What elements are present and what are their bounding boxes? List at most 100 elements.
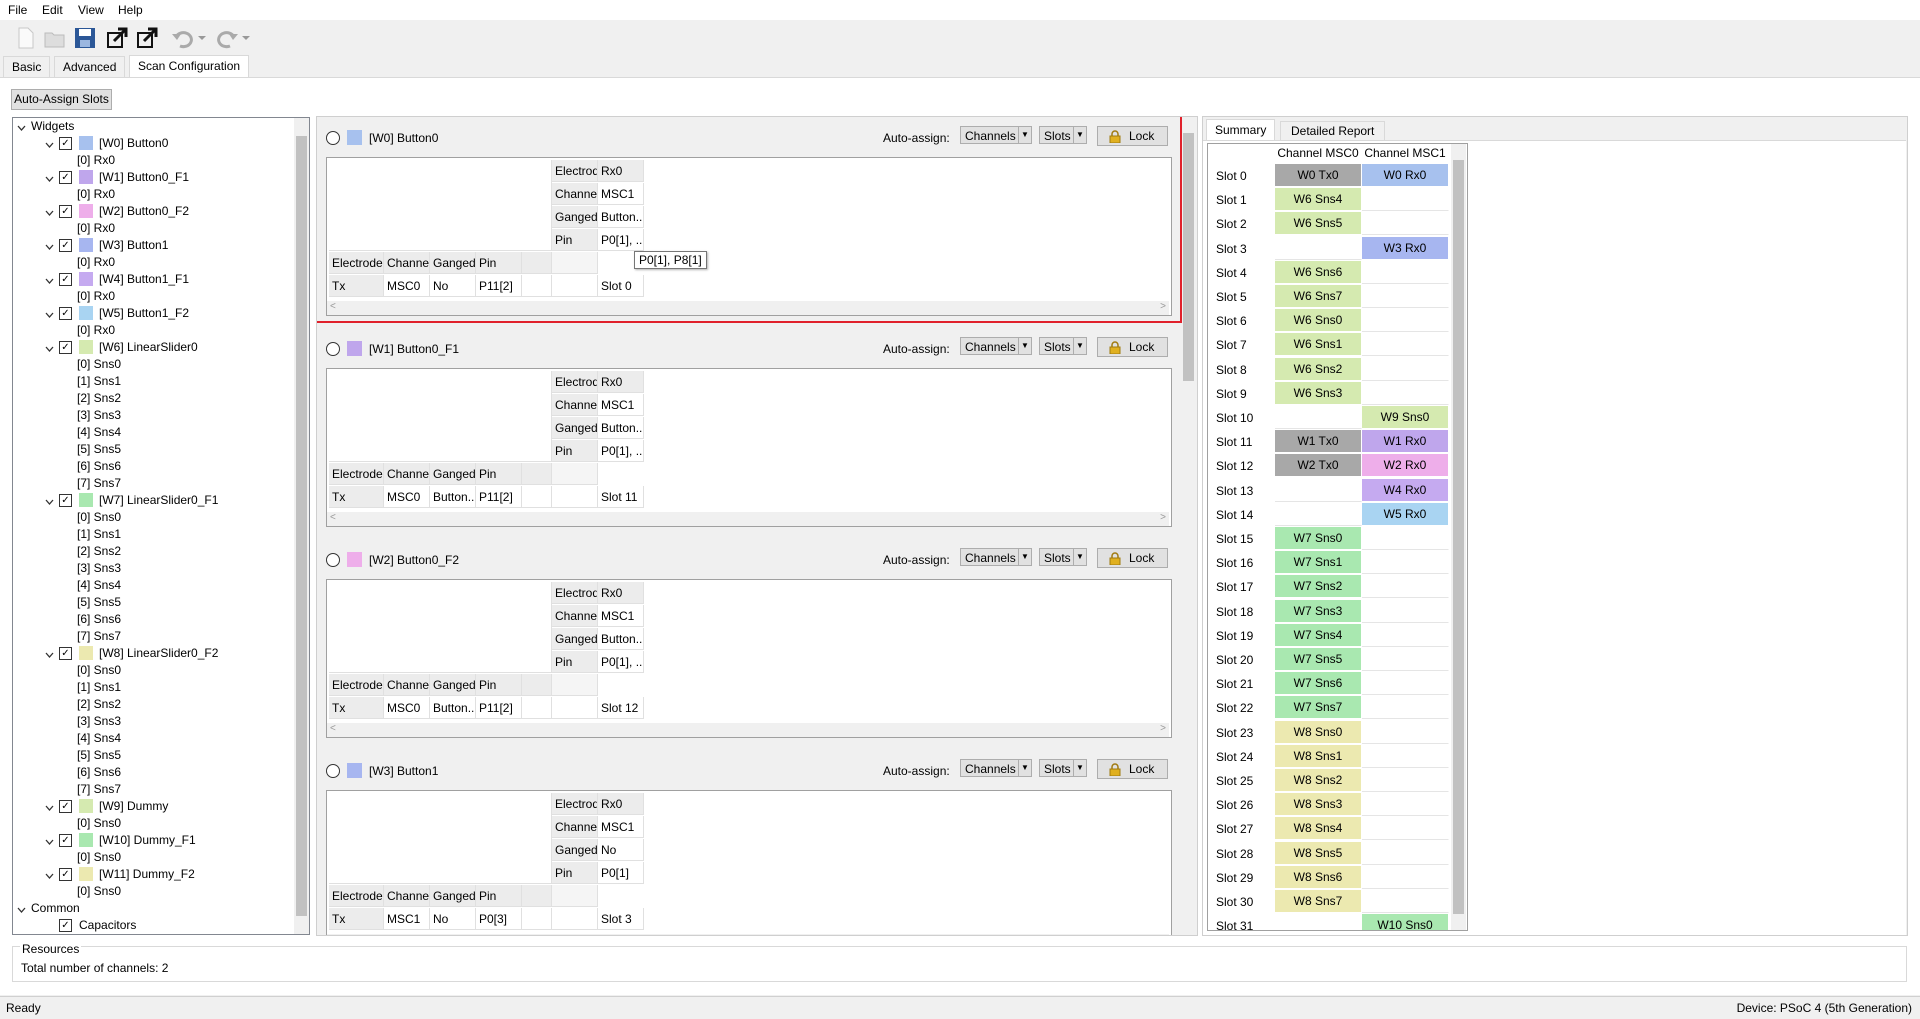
tx-cell[interactable]: Button... [430,697,476,719]
slots-select[interactable]: Slots ▼ [1039,548,1087,566]
tab-scan-configuration[interactable]: Scan Configuration [129,55,250,78]
tree-widget[interactable]: ✓ [W5] Button1_F2 [13,305,293,322]
tx-cell[interactable]: MSC0 [384,275,430,297]
slot-cell-msc1[interactable] [1362,817,1449,841]
channels-select[interactable]: Channels ▼ [960,759,1032,777]
tree-electrode[interactable]: [1] Sns1 [13,526,293,543]
tree-root-widgets[interactable]: Widgets [13,118,293,135]
tree-electrode[interactable]: [4] Sns4 [13,730,293,747]
tx-cell[interactable]: P0[3] [476,908,522,930]
menu-edit[interactable]: Edit [42,3,63,17]
undo-dropdown-icon[interactable] [197,25,207,51]
tree-electrode[interactable]: [0] Sns0 [13,815,293,832]
slot-cell-msc1[interactable] [1362,285,1449,308]
rx-cell[interactable]: MSC1 [598,183,644,205]
grid-horizontal-scrollbar[interactable]: <> [327,301,1169,315]
tree-widget[interactable]: ✓ [W0] Button0 [13,135,293,152]
tree-electrode[interactable]: [1] Sns1 [13,373,293,390]
checkbox[interactable]: ✓ [59,137,72,150]
checkbox[interactable]: ✓ [59,647,72,660]
tx-cell[interactable]: Tx [329,908,384,930]
slot-cell-msc0[interactable]: W6 Sns1 [1275,333,1362,357]
tree-electrode[interactable]: [0] Sns0 [13,849,293,866]
slot-cell-msc1[interactable] [1362,599,1449,623]
slot-cell-msc0[interactable]: W8 Sns4 [1275,817,1362,841]
slot-cell[interactable]: Slot 0 [598,275,644,297]
slot-cell-msc1[interactable] [1362,769,1449,792]
slot-cell-msc0[interactable]: W8 Sns1 [1275,744,1362,768]
chevron-down-icon[interactable] [45,801,54,811]
slot-cell-msc1[interactable] [1362,865,1449,889]
tree-root-common[interactable]: Common [13,900,293,917]
rx-cell[interactable]: Button... [598,628,644,650]
slots-select[interactable]: Slots ▼ [1039,337,1087,355]
tree-widget[interactable]: ✓ [W8] LinearSlider0_F2 [13,645,293,662]
checkbox[interactable]: ✓ [59,273,72,286]
menu-help[interactable]: Help [118,3,143,17]
rx-cell[interactable]: Rx0 [598,793,644,815]
chevron-down-icon[interactable] [45,308,54,318]
rx-cell[interactable]: Rx0 [598,371,644,393]
tree-widget[interactable]: ✓ [W4] Button1_F1 [13,271,293,288]
chevron-down-icon[interactable] [45,206,54,216]
slot-cell-msc0[interactable]: W6 Sns3 [1275,381,1362,405]
slot-cell-msc0[interactable]: W8 Sns6 [1275,865,1362,889]
tree-electrode[interactable]: [7] Sns7 [13,475,293,492]
chevron-down-icon[interactable] [17,903,26,913]
chevron-down-icon[interactable] [17,121,26,131]
slot-cell-msc1[interactable]: W4 Rx0 [1362,478,1449,502]
tree-electrode[interactable]: [6] Sns6 [13,458,293,475]
chevron-down-icon[interactable] [45,138,54,148]
new-file-icon[interactable] [12,25,38,51]
slot-cell-msc1[interactable]: W10 Sns0 [1362,914,1449,930]
slot-cell-msc1[interactable] [1362,793,1449,817]
tree-widget[interactable]: ✓ [W2] Button0_F2 [13,203,293,220]
widget-select-radio[interactable] [326,553,340,567]
slot-cell-msc0[interactable]: W7 Sns7 [1275,696,1362,720]
grid-horizontal-scrollbar[interactable]: <> [327,934,1169,935]
redo-icon[interactable] [214,25,240,51]
slot-cell-msc0[interactable]: W7 Sns2 [1275,575,1362,599]
slot-cell-msc1[interactable] [1362,890,1449,913]
slot-cell-msc0[interactable]: W7 Sns0 [1275,527,1362,550]
tree-electrode[interactable]: [2] Sns2 [13,696,293,713]
slot-cell-msc0[interactable]: W7 Sns6 [1275,672,1362,696]
redo-dropdown-icon[interactable] [241,25,251,51]
slot-cell-msc1[interactable] [1362,260,1449,284]
tree-electrode[interactable]: [2] Sns2 [13,543,293,560]
slots-select[interactable]: Slots ▼ [1039,759,1087,777]
menu-view[interactable]: View [78,3,104,17]
slot-cell-msc1[interactable]: W2 Rx0 [1362,454,1449,478]
slot-cell-msc1[interactable] [1362,720,1449,744]
slot-cell-msc0[interactable] [1275,478,1362,502]
slot-cell-msc1[interactable]: W5 Rx0 [1362,502,1449,526]
slot-cell-msc0[interactable]: W7 Sns1 [1275,551,1362,575]
channels-select[interactable]: Channels ▼ [960,548,1032,566]
slot-cell[interactable]: Slot 11 [598,486,644,508]
open-folder-icon[interactable] [42,25,68,51]
slot-cell-msc0[interactable]: W6 Sns2 [1275,357,1362,381]
tree-widget[interactable]: ✓ [W1] Button0_F1 [13,169,293,186]
slot-cell-msc1[interactable] [1362,575,1449,599]
slot-cell-msc0[interactable] [1275,406,1362,429]
checkbox[interactable]: ✓ [59,171,72,184]
tree-electrode[interactable]: [3] Sns3 [13,407,293,424]
tx-cell[interactable]: P11[2] [476,275,522,297]
checkbox[interactable]: ✓ [59,307,72,320]
save-icon[interactable] [72,25,98,51]
slot-cell-msc1[interactable] [1362,188,1449,212]
slot-cell-msc0[interactable]: W6 Sns0 [1275,309,1362,333]
slot-cell-msc1[interactable] [1362,551,1449,575]
slot-cell-msc0[interactable]: W7 Sns3 [1275,599,1362,623]
slot-table-scrollbar[interactable] [1451,144,1466,930]
chevron-down-icon[interactable] [45,869,54,879]
rx-cell[interactable]: Button... [598,206,644,228]
checkbox[interactable]: ✓ [59,868,72,881]
slot-cell-msc0[interactable]: W7 Sns4 [1275,623,1362,647]
widget-select-radio[interactable] [326,764,340,778]
chevron-down-icon[interactable] [45,172,54,182]
slot-cell-msc1[interactable] [1362,648,1449,671]
rx-cell[interactable]: P0[1], ... [598,229,644,251]
chevron-down-icon[interactable] [45,835,54,845]
rx-cell[interactable]: MSC1 [598,394,644,416]
